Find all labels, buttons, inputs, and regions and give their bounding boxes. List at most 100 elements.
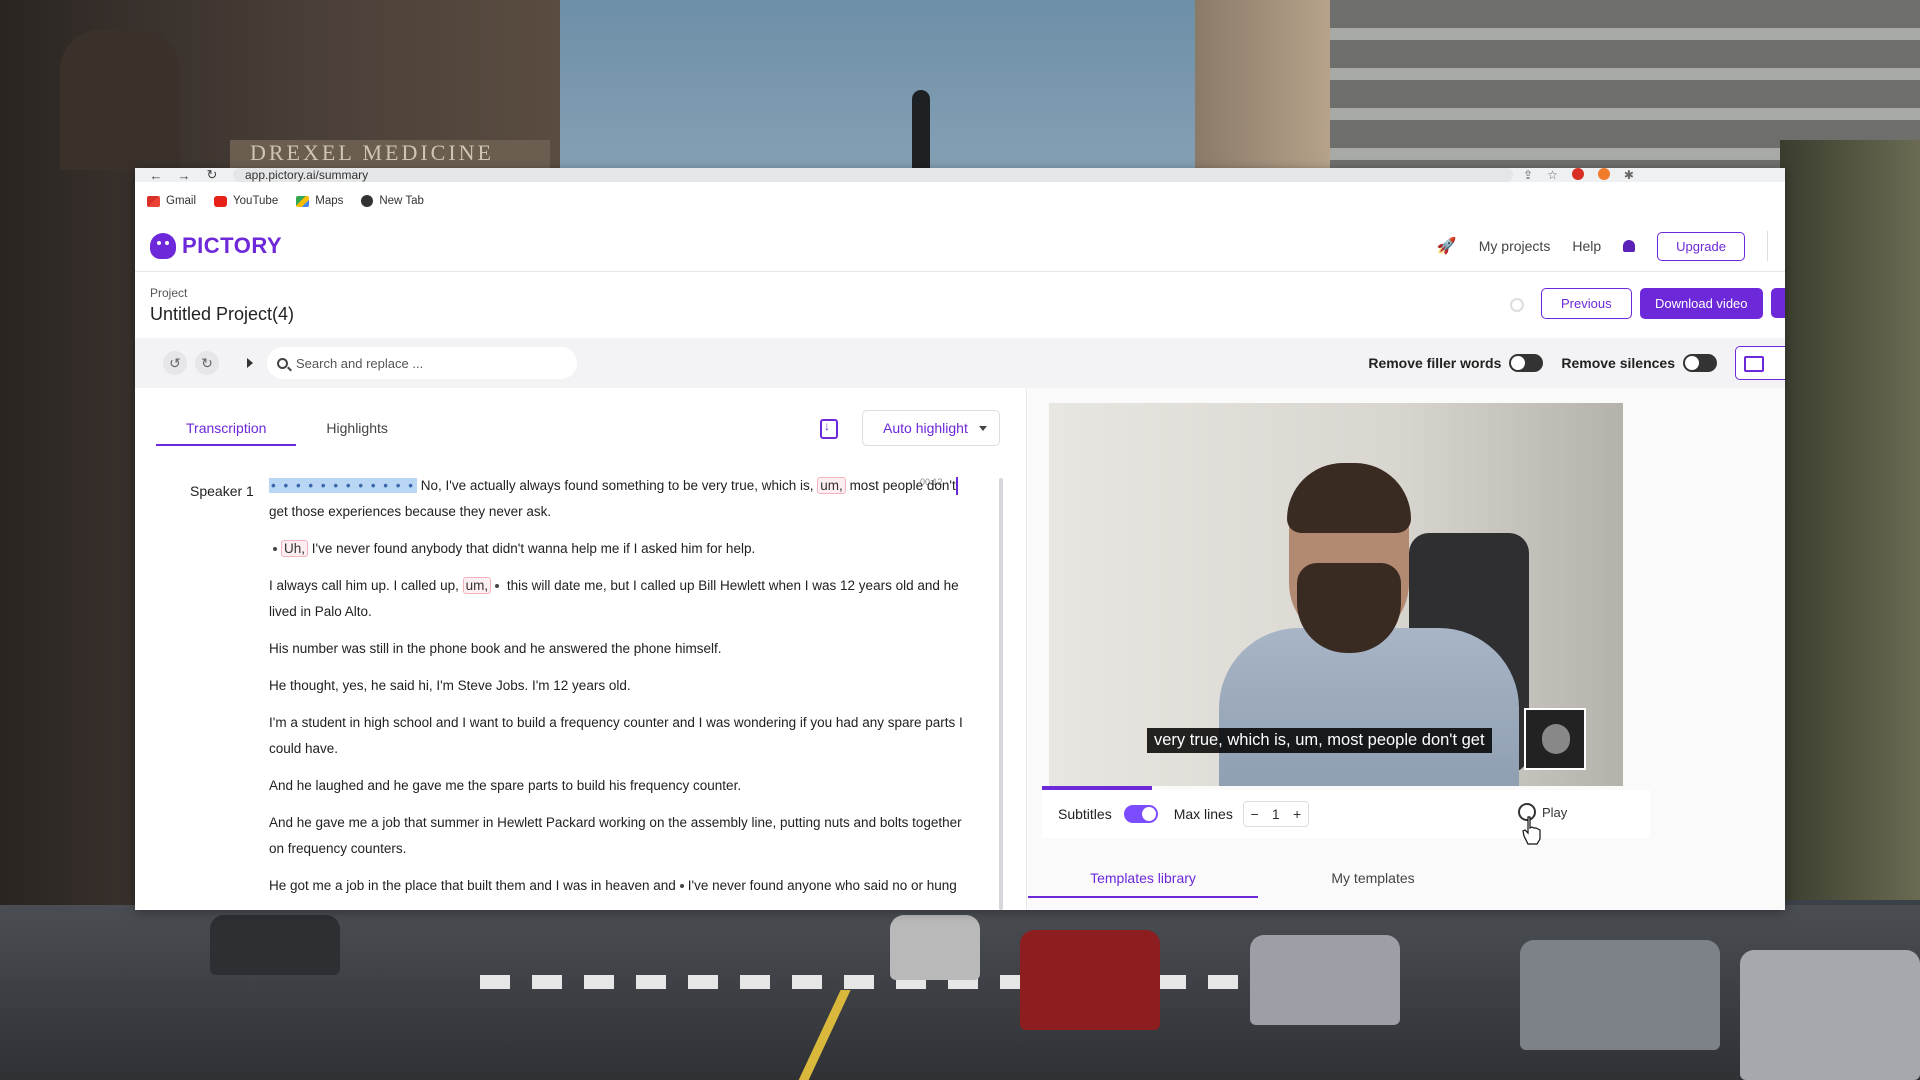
previous-button[interactable]: Previous [1541,288,1632,319]
puzzle-icon[interactable]: ✱ [1624,168,1634,182]
left-tower [60,30,180,170]
editor-toolbar: ↺ ↻ Remove filler words Remove silences [135,338,1785,388]
transcript-paragraph[interactable]: His number was still in the phone book a… [269,636,969,662]
pause-dot[interactable] [495,584,500,589]
reload-icon[interactable]: ↻ [205,168,219,183]
maps-icon [296,195,310,207]
octopus-logo-icon [150,232,176,259]
bookmarks-bar: Gmail YouTube Maps New Tab [135,190,1785,212]
remove-filler-toggle[interactable] [1509,354,1544,372]
car-gray [1250,935,1400,1025]
url-field[interactable]: app.pictory.ai/summary [233,168,1513,182]
tab-my-templates[interactable]: My templates [1258,858,1488,898]
app-header: PICTORY 🚀 My projects Help Upgrade [135,220,1785,272]
bookmark-gmail[interactable]: Gmail [147,195,196,207]
transcript-paragraph[interactable]: Uh, I've never found anybody that didn't… [269,536,969,562]
rocket-icon[interactable]: 🚀 [1437,236,1457,256]
car-red [1020,930,1160,1030]
toolbar-toggles: Remove filler words Remove silences [1368,338,1785,388]
transcript-paragraph[interactable]: I'm a student in high school and I want … [269,710,969,762]
project-label: Project [150,286,188,300]
pause-highlight[interactable]: • • • • • • • • • • • • [269,478,417,493]
transcript-paragraph[interactable]: He thought, yes, he said hi, I'm Steve J… [269,673,969,699]
max-lines-value[interactable]: 1 [1272,806,1280,822]
remove-silences-label: Remove silences [1561,355,1675,371]
car-gray-2 [1520,940,1720,1050]
filler-word[interactable]: um, [817,477,846,494]
gmail-icon [147,195,160,207]
overflow-button[interactable] [1771,288,1785,318]
preview-window-button[interactable] [1735,346,1785,380]
address-bar-row: ← → ↻ app.pictory.ai/summary ⇪ ☆ ✱ [135,168,1785,183]
transcript-paragraph[interactable]: He got me a job in the place that built … [269,873,969,899]
bookmark-maps[interactable]: Maps [296,195,343,207]
bookmark-label: Gmail [166,195,197,207]
max-lines-stepper: − 1 + [1242,801,1309,827]
project-row: Project Untitled Project(4) Previous Dow… [135,272,1785,338]
my-projects-link[interactable]: My projects [1479,238,1551,254]
extension-orange-icon[interactable] [1597,168,1610,180]
bell-icon[interactable] [1623,240,1636,252]
bookmark-youtube[interactable]: YouTube [214,195,278,207]
video-subtitle: very true, which is, um, most people don… [1147,728,1492,753]
transcript-text[interactable]: • • • • • • • • • • • • No, I've actuall… [269,473,969,910]
pause-dot[interactable] [679,884,684,889]
transcript-segment: He got me a job in the place that built … [269,878,676,893]
star-icon[interactable]: ☆ [1547,168,1558,182]
undo-button[interactable]: ↺ [163,351,187,375]
car-silver [890,915,980,980]
share-icon[interactable]: ⇪ [1523,168,1533,182]
download-transcript-icon[interactable] [820,419,838,439]
download-video-button[interactable]: Download video [1640,288,1763,319]
auto-highlight-dropdown[interactable]: Auto highlight [862,410,1000,446]
transcript-scrollbar[interactable] [999,478,1003,910]
increment-button[interactable]: + [1293,806,1301,822]
right-edge-building [1780,140,1920,900]
back-icon[interactable]: ← [149,168,163,183]
extension-red-icon[interactable] [1571,168,1584,180]
remove-filler-label: Remove filler words [1368,355,1502,371]
search-icon [277,357,288,369]
search-replace-box[interactable] [267,347,577,379]
tab-transcription[interactable]: Transcription [156,410,297,446]
logo-text: PICTORY [182,232,283,258]
header-actions: 🚀 My projects Help Upgrade [1437,220,1785,272]
transcript-paragraph[interactable]: I always call him up. I called up, um, t… [269,573,969,625]
speaker-label[interactable]: Speaker 1 [190,483,254,499]
transcript-segment: I've never found anybody that didn't wan… [311,541,756,556]
redo-button[interactable]: ↻ [195,351,219,375]
filler-word[interactable]: Uh, [281,540,309,557]
pause-dot[interactable] [273,547,277,552]
transcript-segment: I always call him up. I called up, [269,578,459,593]
forward-icon[interactable]: → [177,168,191,183]
project-title[interactable]: Untitled Project(4) [150,304,294,325]
search-input[interactable] [296,355,556,371]
header-overflow [1767,231,1785,261]
playhead-cursor[interactable] [955,477,958,496]
transcription-panel: Transcription Highlights Auto highlight … [135,388,1027,910]
play-triangle-icon[interactable] [247,358,253,368]
filler-word[interactable]: um, [462,577,492,594]
upgrade-button[interactable]: Upgrade [1657,231,1745,261]
help-link[interactable]: Help [1572,238,1601,254]
transcript-segment: I've never found anyone who said no or h… [687,878,957,893]
transcript-paragraph[interactable]: And he laughed and he gave me the spare … [269,773,969,799]
bookmark-new-tab[interactable]: New Tab [361,195,424,207]
transcript-paragraph[interactable]: • • • • • • • • • • • • No, I've actuall… [269,473,969,525]
tab-highlights[interactable]: Highlights [296,410,417,446]
subtitles-toggle[interactable] [1123,805,1158,823]
video-preview[interactable]: very true, which is, um, most people don… [1049,403,1623,786]
transcript-segment: most people don't [849,478,956,493]
car-silver-2 [1740,950,1920,1080]
decrement-button[interactable]: − [1250,806,1258,822]
remove-silences-toggle[interactable] [1683,354,1717,372]
panel-tabs: Transcription Highlights [156,410,418,446]
loading-spinner-icon [1510,298,1524,312]
transcript-paragraph[interactable]: And he gave me a job that summer in Hewl… [269,810,969,862]
preview-controls: Subtitles Max lines − 1 + Play [1042,790,1650,838]
pictory-logo[interactable]: PICTORY [150,232,283,259]
statue [912,90,930,170]
bookmark-label: YouTube [233,195,279,207]
building-sign: DREXEL MEDICINE [230,140,550,170]
tab-templates-library[interactable]: Templates library [1028,858,1258,898]
